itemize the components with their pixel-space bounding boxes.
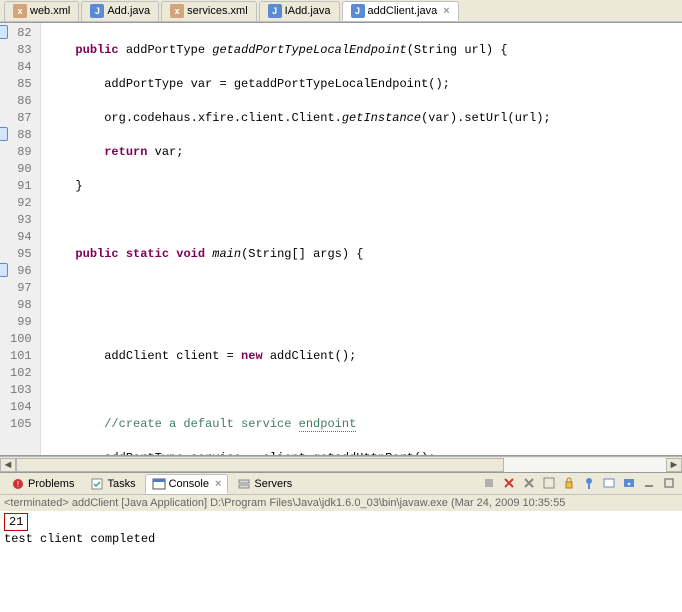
terminate-icon[interactable] [482,476,498,492]
panel-tab-label: Problems [28,478,74,490]
tab-services-xml[interactable]: x services.xml [161,1,257,21]
remove-all-icon[interactable] [502,476,518,492]
scroll-left-icon[interactable]: ◄ [0,458,16,472]
servers-icon [237,477,251,491]
minimize-icon[interactable] [642,476,658,492]
tab-console[interactable]: Console × [145,474,229,494]
task-marker-icon[interactable] [0,263,8,277]
maximize-icon[interactable] [662,476,678,492]
tab-label: web.xml [30,5,70,17]
horizontal-scrollbar[interactable]: ◄ ► [0,456,682,472]
bottom-panel: ! Problems Tasks Console × Servers [0,472,682,612]
tab-label: Add.java [107,5,150,17]
clear-icon[interactable] [542,476,558,492]
console-icon [152,477,166,491]
console-line: 21 [4,513,28,531]
java-icon: J [90,4,104,18]
minus-marker-icon[interactable] [0,127,8,141]
panel-tab-label: Servers [254,478,292,490]
display-icon[interactable] [602,476,618,492]
tab-add-java[interactable]: J Add.java [81,1,159,21]
tab-label: IAdd.java [285,5,331,17]
xml-icon: x [13,4,27,18]
tasks-icon [90,477,104,491]
console-toolbar: ▾ [482,476,682,492]
panel-tab-label: Tasks [107,478,135,490]
pin-icon[interactable] [582,476,598,492]
console-output[interactable]: 21 test client completed [0,511,682,612]
line-gutter: 8283848586878889909192939495969798991001… [0,23,41,455]
console-line: test client completed [4,531,678,547]
console-process-label: <terminated> addClient [Java Application… [0,495,682,511]
svg-text:▾: ▾ [627,482,630,488]
scroll-right-icon[interactable]: ► [666,458,682,472]
code-area[interactable]: public addPortType getaddPortTypeLocalEn… [41,23,682,455]
tab-web-xml[interactable]: x web.xml [4,1,79,21]
remove-icon[interactable] [522,476,538,492]
scroll-lock-icon[interactable] [562,476,578,492]
tab-iadd-java[interactable]: J IAdd.java [259,1,340,21]
tab-problems[interactable]: ! Problems [4,474,81,494]
tab-label: services.xml [187,5,248,17]
problems-icon: ! [11,477,25,491]
minus-marker-icon[interactable] [0,25,8,39]
close-icon[interactable]: × [443,5,449,17]
tab-servers[interactable]: Servers [230,474,299,494]
java-icon: J [268,4,282,18]
code-editor: 8283848586878889909192939495969798991001… [0,22,682,456]
xml-icon: x [170,4,184,18]
panel-tabs: ! Problems Tasks Console × Servers [0,473,682,495]
svg-text:!: ! [17,480,19,489]
panel-tab-label: Console [169,478,209,490]
java-icon: J [351,4,365,18]
open-console-icon[interactable]: ▾ [622,476,638,492]
tab-addclient-java[interactable]: J addClient.java × [342,1,459,21]
editor-tabs: x web.xml J Add.java x services.xml J IA… [0,0,682,22]
tab-label: addClient.java [368,5,438,17]
close-icon[interactable]: × [215,478,221,490]
tab-tasks[interactable]: Tasks [83,474,142,494]
